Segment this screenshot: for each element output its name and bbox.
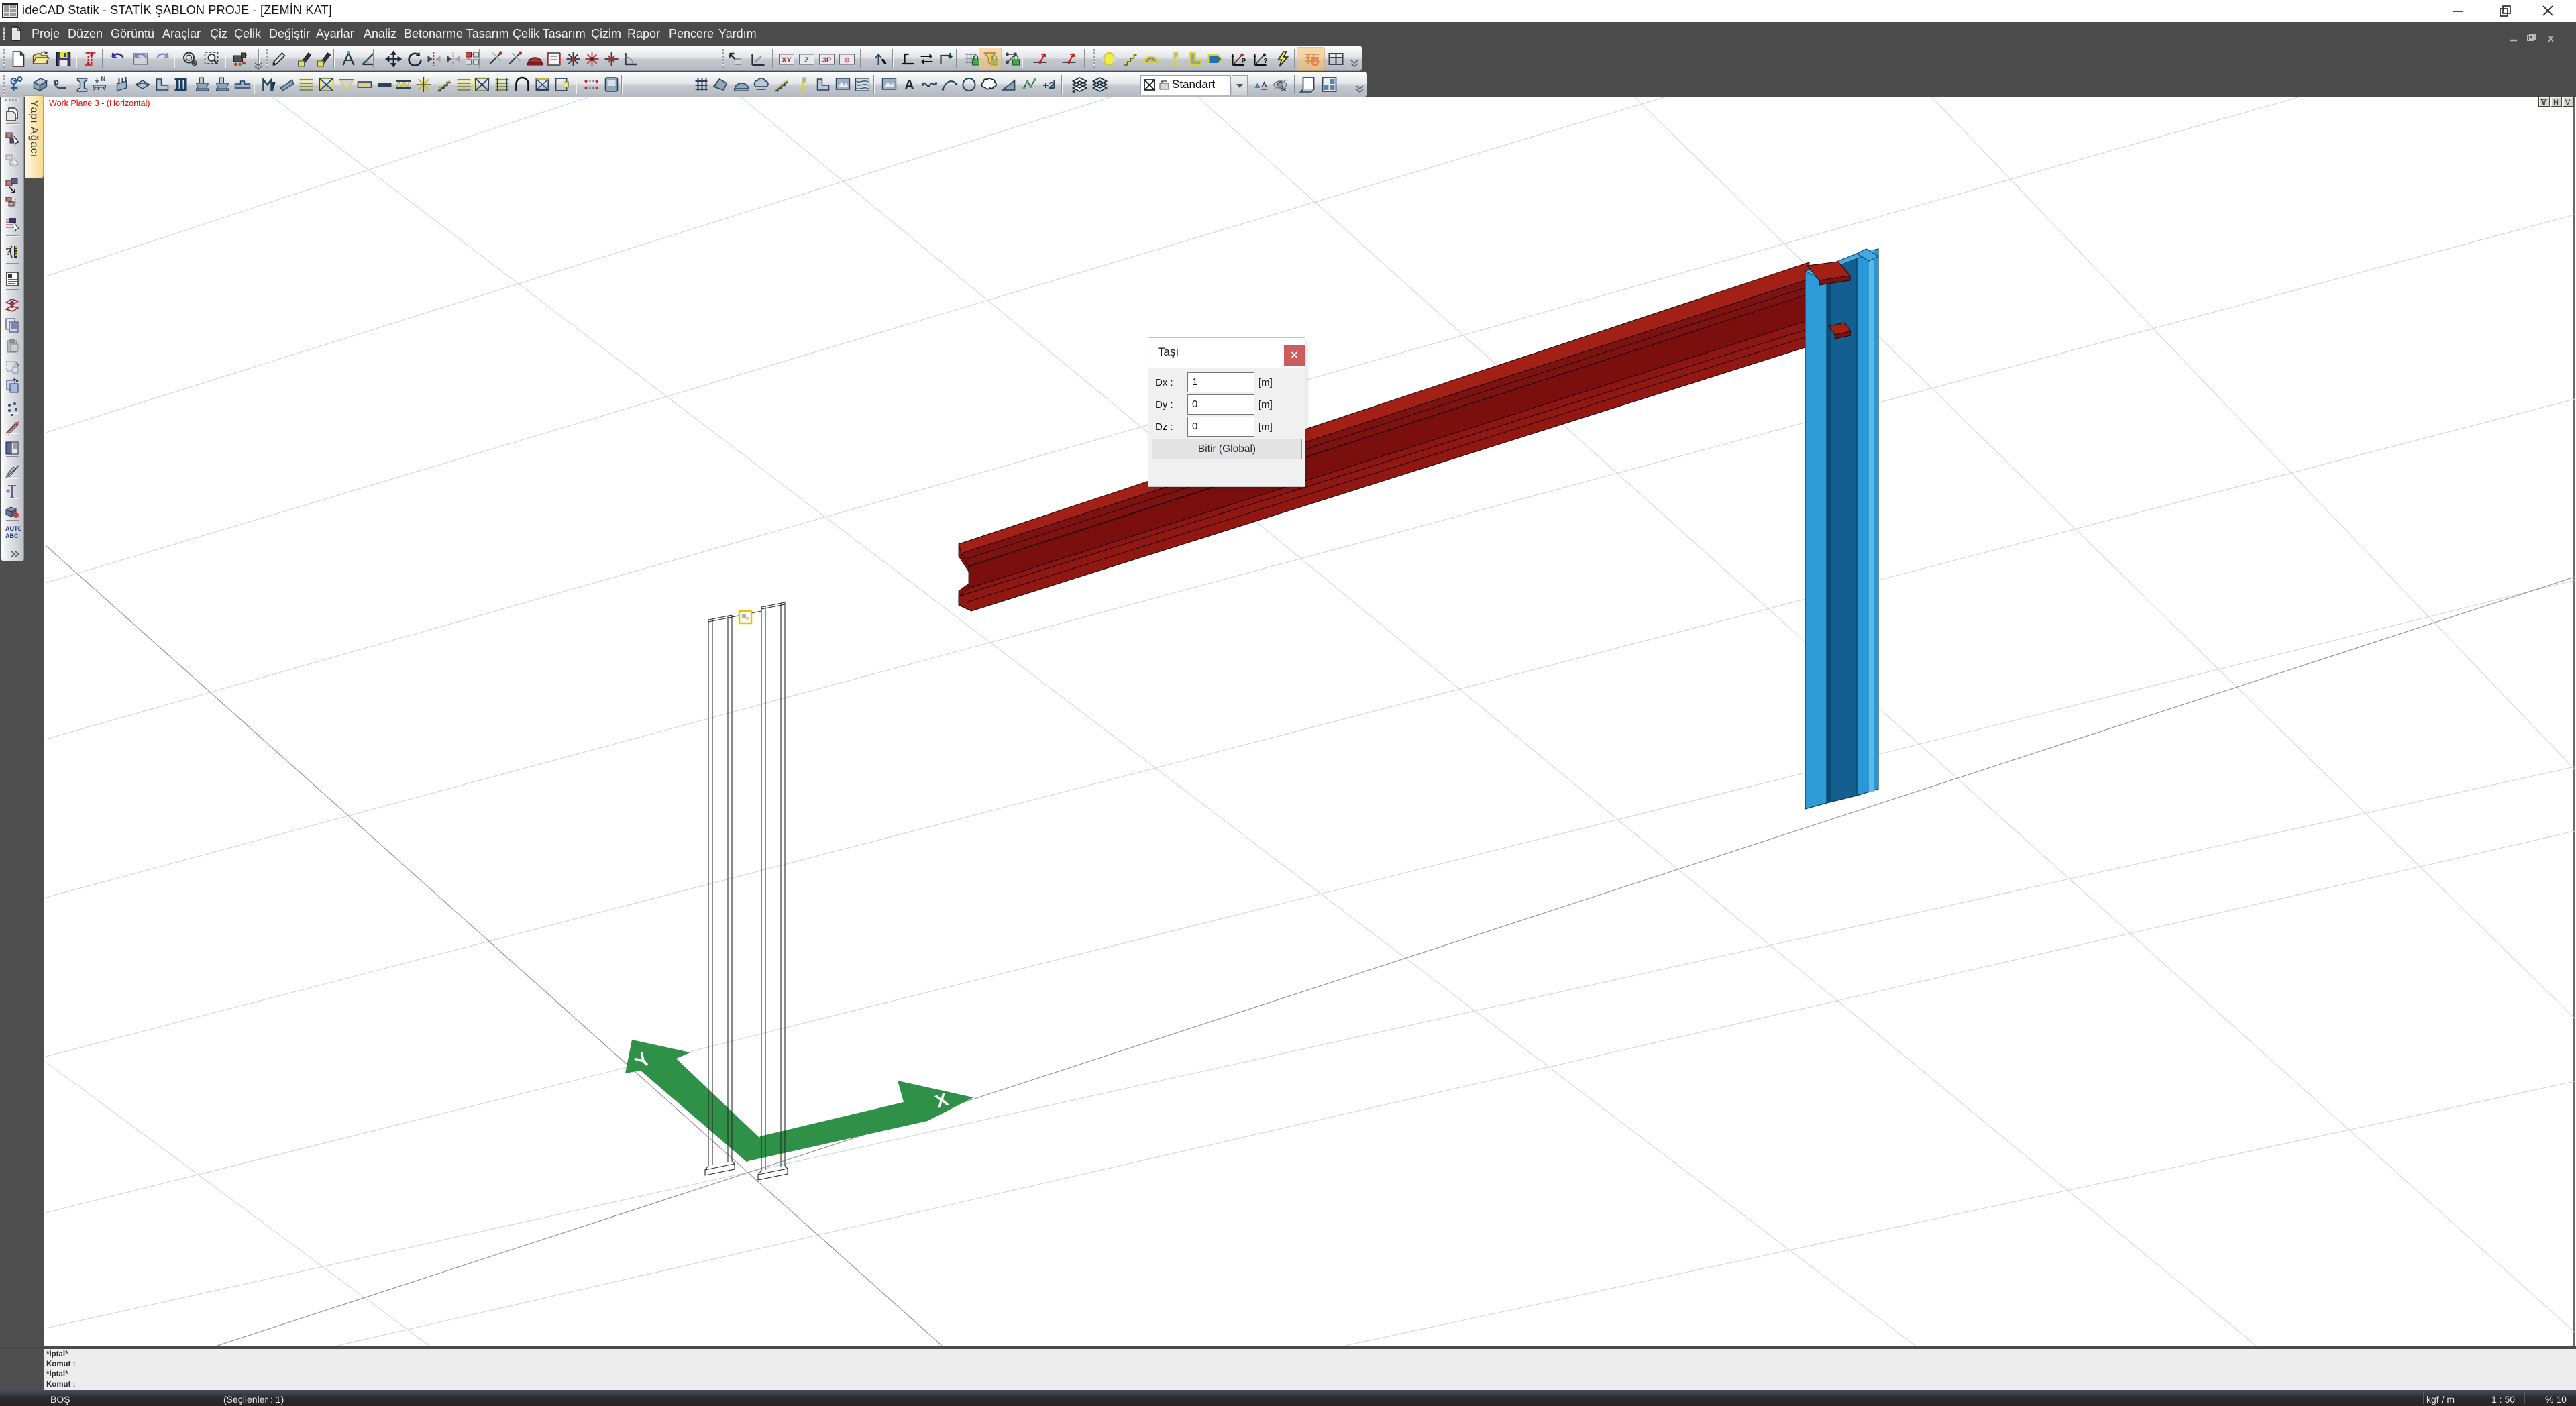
svg-text:AUTO: AUTO bbox=[5, 525, 21, 532]
svg-text:⊕: ⊕ bbox=[844, 56, 850, 64]
svg-text:A: A bbox=[904, 78, 914, 93]
svg-text:3P: 3P bbox=[822, 56, 831, 64]
svg-text:?: ? bbox=[1264, 58, 1268, 65]
svg-text:P: P bbox=[1242, 58, 1246, 65]
svg-text:X: X bbox=[2548, 34, 2554, 43]
svg-text:Z: Z bbox=[804, 56, 809, 64]
svg-text:XY: XY bbox=[782, 56, 792, 64]
svg-text:+2: +2 bbox=[1043, 80, 1055, 91]
svg-text:N: N bbox=[101, 76, 106, 83]
svg-text:N: N bbox=[2553, 99, 2559, 106]
svg-text:V: V bbox=[2565, 99, 2571, 106]
svg-text:ABC: ABC bbox=[5, 533, 19, 539]
